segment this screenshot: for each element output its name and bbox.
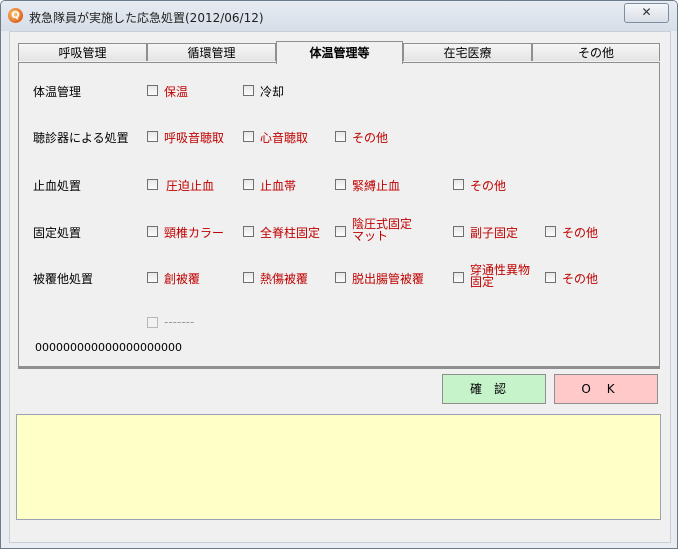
confirm-button[interactable]: 確認 (442, 374, 546, 404)
checkbox[interactable] (335, 131, 346, 142)
option-label: その他 (562, 226, 599, 240)
tab-body-temperature[interactable]: 体温管理等 (276, 41, 403, 64)
option-label: 陰圧式固定マット (352, 217, 413, 243)
checkbox[interactable] (147, 272, 158, 283)
checkbox (147, 317, 158, 328)
checkbox[interactable] (147, 131, 158, 142)
option-label: 止血帯 (260, 179, 297, 193)
tab-strip: 呼吸管理 循環管理 体温管理等 在宅医療 その他 (18, 41, 660, 64)
option-label: その他 (562, 272, 599, 286)
option-label: 冷却 (260, 85, 285, 99)
checkbox[interactable] (545, 272, 556, 283)
checkbox[interactable] (147, 85, 158, 96)
ok-button[interactable]: OK (554, 374, 658, 404)
tab-home-care[interactable]: 在宅医療 (403, 43, 532, 61)
client-area: 呼吸管理 循環管理 体温管理等 在宅医療 その他 体温管理 保温 冷却 聴診器に… (9, 31, 671, 543)
option-label: 保温 (164, 85, 189, 99)
option-label: その他 (470, 179, 507, 193)
close-button[interactable]: ✕ (624, 3, 669, 23)
checkbox[interactable] (243, 179, 254, 190)
option-label: その他 (352, 131, 389, 145)
checkbox[interactable] (243, 85, 254, 96)
app-icon: Q (8, 8, 23, 23)
row-label-covering: 被覆他処置 (33, 272, 94, 286)
tab-panel: 体温管理 保温 冷却 聴診器による処置 呼吸音聴取 心音聴取 その他 止血処置 … (18, 62, 660, 367)
checkbox[interactable] (335, 226, 346, 237)
option-label: 副子固定 (470, 226, 519, 240)
checkbox[interactable] (243, 131, 254, 142)
row-label-stethoscope: 聴診器による処置 (33, 131, 129, 145)
option-label: 呼吸音聴取 (164, 131, 225, 145)
checkbox[interactable] (243, 226, 254, 237)
checkbox[interactable] (335, 179, 346, 190)
row-label-fixation: 固定処置 (33, 226, 82, 240)
memo-textarea[interactable] (16, 414, 661, 520)
record-code: 000000000000000000000 (35, 341, 182, 354)
option-label: 緊縛止血 (352, 179, 401, 193)
row-label-hemostasis: 止血処置 (33, 179, 82, 193)
option-label: 脱出腸管被覆 (352, 272, 425, 286)
window-title: 救急隊員が実施した応急処置(2012/06/12) (29, 11, 264, 25)
option-label: 熱傷被覆 (260, 272, 309, 286)
checkbox[interactable] (453, 179, 464, 190)
row-label-body-temp: 体温管理 (33, 85, 82, 99)
checkbox[interactable] (243, 272, 254, 283)
tab-other[interactable]: その他 (532, 43, 660, 61)
tab-circulatory[interactable]: 循環管理 (147, 43, 276, 61)
option-label: ------- (164, 315, 195, 329)
checkbox[interactable] (453, 272, 464, 283)
option-label: 圧迫止血 (166, 179, 215, 193)
checkbox[interactable] (545, 226, 556, 237)
option-label: 穿通性異物固定 (470, 263, 531, 289)
title-bar: Q 救急隊員が実施した応急処置(2012/06/12) ✕ (1, 1, 677, 31)
option-label: 心音聴取 (260, 131, 309, 145)
checkbox[interactable] (335, 272, 346, 283)
checkbox[interactable] (147, 226, 158, 237)
checkbox[interactable] (453, 226, 464, 237)
tab-respiratory[interactable]: 呼吸管理 (18, 43, 147, 61)
checkbox[interactable] (147, 179, 158, 190)
option-label: 頸椎カラー (164, 226, 225, 240)
option-label: 全脊柱固定 (260, 226, 321, 240)
option-label: 創被覆 (164, 272, 201, 286)
dialog-window: Q 救急隊員が実施した応急処置(2012/06/12) ✕ 呼吸管理 循環管理 … (0, 0, 678, 549)
panel-divider (18, 367, 660, 369)
